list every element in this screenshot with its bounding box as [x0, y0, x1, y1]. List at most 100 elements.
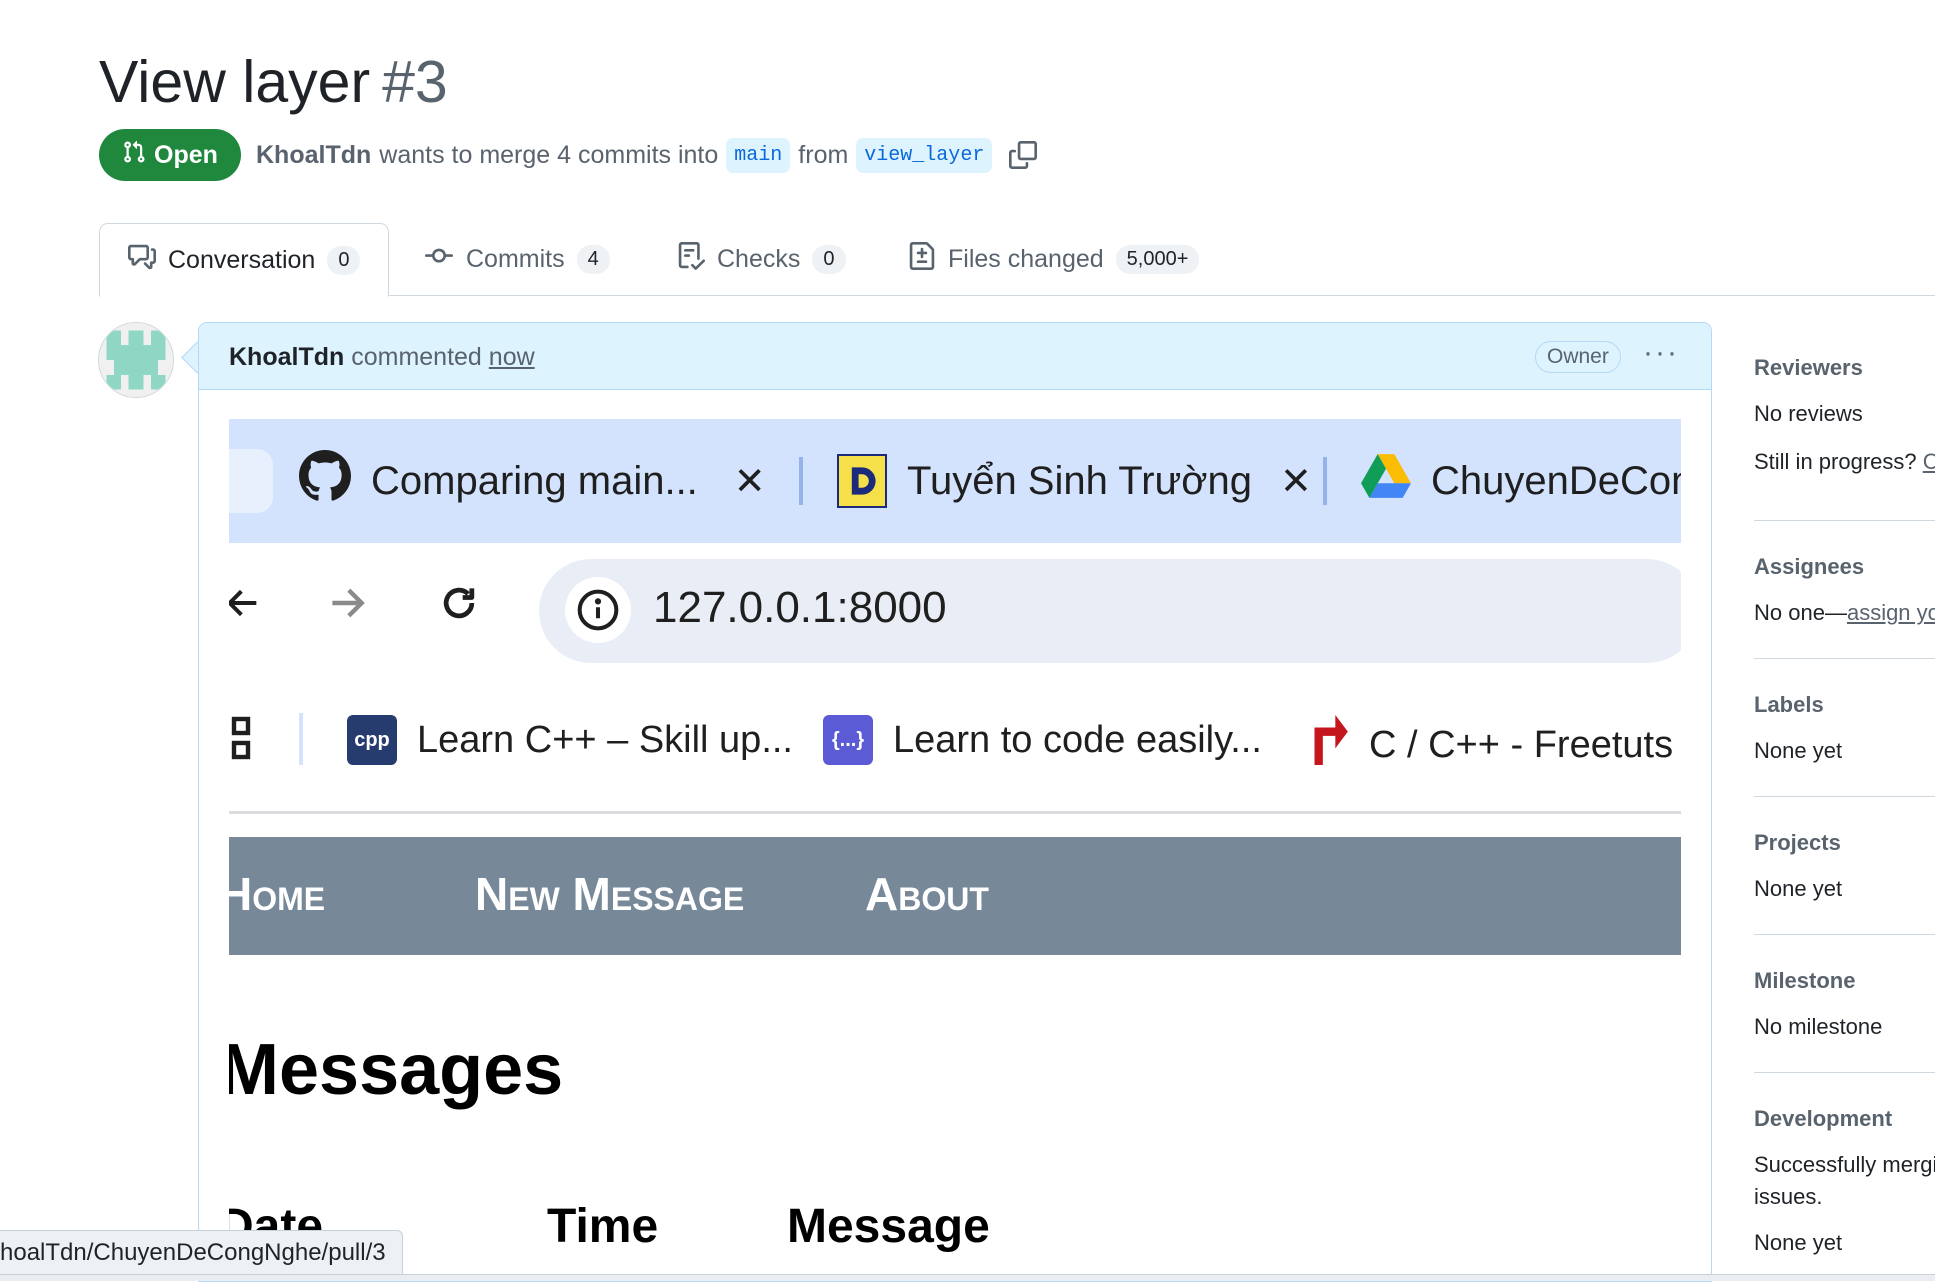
sidebar-divider — [1754, 1072, 1935, 1073]
convert-to-draft-link[interactable]: Co — [1923, 449, 1935, 474]
tab-conversation-label: Conversation — [168, 245, 316, 274]
projects-section: Projects None yet — [1754, 830, 1935, 902]
comment-box: KhoalTdn commented now Owner ··· Compari… — [198, 322, 1712, 1282]
site-heading: Messages — [229, 1030, 564, 1110]
column-header-message: Message — [787, 1200, 990, 1253]
code-braces-icon: {...} — [823, 715, 873, 765]
sidebar-divider — [1754, 520, 1935, 521]
pr-state-label: Open — [154, 140, 218, 169]
forward-arrow-icon — [325, 581, 369, 636]
browser-tab: Tuyển Sinh Trường ✕ — [837, 419, 1312, 543]
git-pull-request-icon — [122, 139, 146, 172]
site-nav-home: Home — [229, 868, 326, 920]
bookmark-label: C / C++ - Freetuts — [1369, 723, 1674, 766]
comment-author-link[interactable]: KhoalTdn — [229, 343, 344, 371]
assignees-heading[interactable]: Assignees — [1754, 554, 1935, 580]
tab-search-stub — [229, 449, 273, 513]
comment-discussion-icon — [128, 243, 156, 278]
copy-icon[interactable] — [1006, 138, 1040, 172]
assignees-value: No one—assign yo — [1754, 600, 1935, 626]
milestone-section: Milestone No milestone — [1754, 968, 1935, 1040]
base-branch[interactable]: main — [726, 137, 791, 173]
labels-heading[interactable]: Labels — [1754, 692, 1935, 718]
tab-files-changed-count: 5,000+ — [1115, 244, 1200, 274]
labels-section: Labels None yet — [1754, 692, 1935, 764]
tab-divider — [799, 457, 803, 505]
browser-tab-title: Tuyển Sinh Trường — [907, 458, 1253, 503]
sidebar-divider — [1754, 934, 1935, 935]
assignees-none: No one— — [1754, 600, 1847, 625]
browser-toolbar: 127.0.0.1:8000 — [229, 543, 1681, 675]
comment-screenshot-image: Comparing main... ✕ Tuyển Sinh Trường ✕ … — [229, 419, 1681, 1281]
comment-header: KhoalTdn commented now Owner ··· — [199, 323, 1711, 390]
info-icon — [565, 577, 631, 643]
comment-byline: KhoalTdn commented now — [229, 343, 535, 372]
browser-tab-title: Comparing main... — [371, 458, 698, 503]
pr-number: #3 — [382, 49, 448, 115]
freetuts-logo-icon — [1305, 715, 1349, 775]
pr-meta: KhoalTdn wants to merge 4 commits into m… — [256, 132, 1040, 178]
head-branch[interactable]: view_layer — [856, 137, 993, 173]
reviewers-value: No reviews — [1754, 401, 1863, 426]
bookmarks-bar: cpp Learn C++ – Skill up... {...} Learn … — [229, 675, 1681, 814]
bookmark-item: cpp Learn C++ – Skill up... — [347, 715, 793, 765]
bookmark-item: {...} Learn to code easily... — [823, 715, 1262, 765]
status-bar-url: hoalTdn/ChuyenDeCongNghe/pull/3 — [0, 1230, 403, 1276]
still-in-progress: Still in progress? Co — [1754, 449, 1935, 475]
browser-tabstrip: Comparing main... ✕ Tuyển Sinh Trường ✕ … — [229, 419, 1681, 543]
pr-tabs: Conversation 0 Commits 4 Checks 0 Files … — [99, 223, 1935, 297]
browser-tab-title: ChuyenDeCong — [1431, 458, 1681, 503]
file-diff-icon — [908, 241, 936, 277]
tab-commits[interactable]: Commits 4 — [424, 223, 610, 295]
apps-icon — [231, 715, 251, 768]
browser-tab: ChuyenDeCong — [1361, 419, 1681, 543]
sidebar-divider — [1754, 796, 1935, 797]
comment-timestamp-link[interactable]: now — [489, 343, 535, 371]
kebab-horizontal-icon[interactable]: ··· — [1643, 338, 1679, 368]
close-icon: ✕ — [733, 460, 766, 503]
reviewers-heading[interactable]: Reviewers — [1754, 355, 1935, 381]
tab-divider — [1323, 457, 1327, 505]
back-arrow-icon — [229, 581, 263, 636]
projects-value: None yet — [1754, 876, 1843, 901]
labels-value: None yet — [1754, 738, 1843, 763]
reload-icon — [437, 581, 481, 636]
reviewers-section: Reviewers No reviews Still in progress? … — [1754, 355, 1935, 475]
address-text: 127.0.0.1:8000 — [653, 583, 947, 632]
development-heading[interactable]: Development — [1754, 1106, 1935, 1132]
milestone-value: No milestone — [1754, 1014, 1883, 1039]
development-value: None yet — [1754, 1230, 1843, 1255]
assignees-section: Assignees No one—assign yo — [1754, 554, 1935, 626]
assign-yourself-link[interactable]: assign yo — [1847, 600, 1935, 625]
pr-author-link[interactable]: KhoalTdn — [256, 141, 371, 170]
milestone-heading[interactable]: Milestone — [1754, 968, 1935, 994]
site-nav-new-message: New Message — [475, 868, 745, 920]
merge-text: wants to merge 4 commits into — [379, 140, 719, 169]
browser-tab: Comparing main... ✕ — [299, 419, 766, 543]
google-drive-icon — [1361, 454, 1411, 508]
projects-heading[interactable]: Projects — [1754, 830, 1935, 856]
tab-checks-label: Checks — [717, 244, 801, 273]
tab-conversation-count: 0 — [327, 245, 361, 275]
owner-badge: Owner — [1535, 341, 1621, 373]
bookmark-divider — [299, 713, 303, 765]
bookmark-item: C / C++ - Freetuts — [1305, 715, 1673, 775]
sidebar-divider — [1754, 658, 1935, 659]
from-text: from — [798, 140, 849, 169]
pr-title: View layer #3 — [99, 44, 448, 120]
development-line2: issues. — [1754, 1184, 1823, 1209]
development-line1: Successfully mergin — [1754, 1152, 1935, 1177]
close-icon: ✕ — [1280, 460, 1312, 503]
cpp-logo-icon: cpp — [347, 715, 397, 765]
git-commit-icon — [424, 242, 454, 277]
github-icon — [299, 450, 351, 512]
school-logo-icon — [837, 454, 887, 508]
tab-files-changed[interactable]: Files changed 5,000+ — [908, 223, 1200, 295]
avatar[interactable] — [98, 322, 174, 398]
tab-checks-count: 0 — [812, 244, 846, 274]
column-header-time: Time — [547, 1200, 659, 1253]
bookmark-label: Learn to code easily... — [893, 718, 1262, 761]
tab-checks[interactable]: Checks 0 — [677, 223, 846, 295]
tab-commits-label: Commits — [466, 244, 565, 273]
tab-conversation[interactable]: Conversation 0 — [99, 223, 390, 297]
